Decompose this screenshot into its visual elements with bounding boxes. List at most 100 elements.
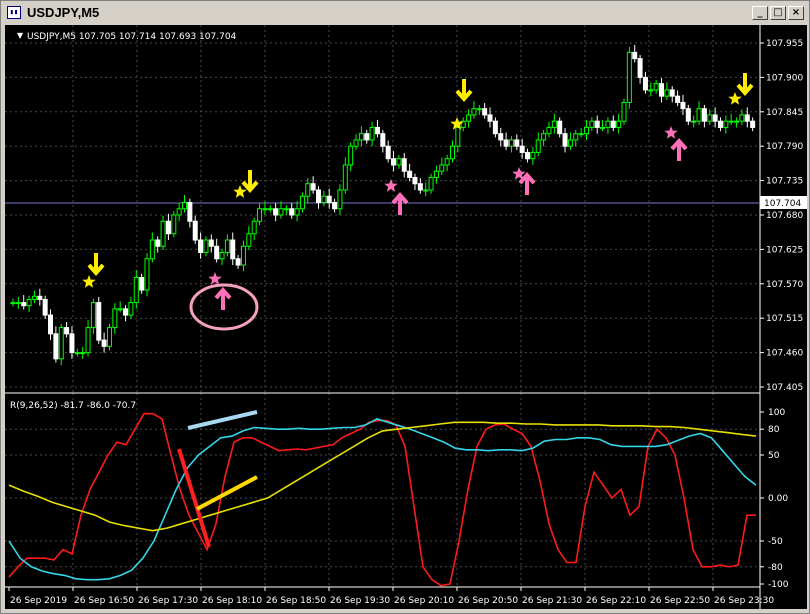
price-tick-label: 107.570 (766, 280, 803, 290)
price-axis: 107.955 107.900 107.845 107.790 107.735 107.6… (760, 39, 803, 393)
candle-body (299, 195, 305, 210)
candle-body (551, 120, 557, 128)
candle-body (332, 201, 338, 210)
current-price-label: 107.704 (764, 199, 801, 209)
candle-body (482, 108, 488, 116)
price-tick-label: 107.900 (766, 73, 803, 83)
title-bar[interactable]: ▮▮ USDJPY,M5 _ □ × (3, 3, 807, 23)
candle-body (144, 258, 150, 291)
candle-body (525, 151, 531, 160)
candle-body (669, 89, 675, 97)
candle-body (637, 58, 643, 78)
candle-body (562, 133, 568, 147)
candle-body (203, 239, 209, 254)
candle-body (289, 208, 295, 216)
candle-body (267, 208, 273, 211)
candle-body (535, 139, 541, 153)
candle-body (594, 120, 600, 128)
candle-body (712, 114, 718, 122)
chart-window-icon: ▮▮ (7, 6, 21, 19)
candle-body (508, 139, 514, 147)
candle-body (257, 208, 263, 222)
indicator-tick-label: -50 (768, 537, 783, 547)
candle-body (364, 133, 370, 141)
candle-body (26, 298, 32, 307)
candle-body (444, 158, 450, 166)
candle-body (219, 252, 225, 260)
candle-body (600, 126, 606, 129)
chart-area[interactable]: ▼ USDJPY,M5 107.705 107.714 107.693 107.… (5, 25, 807, 609)
minimize-button[interactable]: _ (752, 6, 768, 20)
candle-body (278, 208, 284, 216)
candle-body (37, 295, 43, 300)
candle-body (380, 133, 386, 147)
candle-body (90, 302, 96, 329)
candle-body (471, 108, 477, 116)
candle-body (610, 120, 616, 128)
maximize-button[interactable]: □ (770, 6, 786, 20)
candle-body (133, 277, 139, 304)
candle-body (455, 126, 461, 147)
candle-body (353, 139, 359, 147)
time-tick-label: 26 Sep 16:50 (74, 596, 134, 606)
candle-body (385, 145, 391, 160)
candle-body (557, 120, 563, 135)
candle-body (632, 51, 638, 60)
indicator-tick-label: -100 (768, 580, 789, 590)
candle-body (21, 302, 27, 307)
price-tick-label: 107.625 (766, 245, 803, 255)
sell-arrow-icon (736, 73, 754, 97)
chart-menu-arrow[interactable]: ▼ (17, 31, 24, 40)
time-tick-label: 26 Sep 17:30 (138, 596, 198, 606)
sell-arrow-icon (87, 253, 105, 277)
chart-header: USDJPY,M5 107.705 107.714 107.693 107.70… (27, 32, 237, 42)
candle-body (246, 233, 252, 247)
candle-body (117, 308, 123, 311)
candle-body (337, 189, 343, 210)
indicator-lines (8, 412, 757, 587)
candle-body (728, 120, 734, 123)
candle-body (707, 114, 713, 122)
user-drawings (177, 410, 258, 548)
candle-body (58, 327, 64, 360)
time-tick-label: 26 Sep 23:30 (714, 596, 774, 606)
candle-body (417, 183, 423, 191)
candle-body (589, 120, 595, 128)
price-tick-label: 107.680 (766, 211, 803, 221)
candle-body (583, 126, 589, 135)
indicator-series-line (8, 412, 756, 587)
time-tick-label: 26 Sep 20:50 (458, 596, 518, 606)
candle-body (176, 208, 182, 216)
candle-body (128, 302, 134, 316)
candle-body (659, 83, 665, 97)
close-button[interactable]: × (788, 6, 804, 20)
candle-body (744, 114, 750, 122)
candle-body (369, 126, 375, 141)
candle-body (53, 333, 59, 360)
candle-body (294, 208, 300, 216)
candle-body (541, 133, 547, 141)
candle-body (171, 214, 177, 235)
candle-body (616, 120, 622, 128)
candle-body (101, 339, 107, 347)
candle-body (208, 239, 214, 247)
candle-body (182, 201, 188, 210)
candle-body (717, 120, 723, 128)
candle-body (433, 170, 439, 178)
candle-body (653, 83, 659, 91)
time-tick-label: 26 Sep 18:50 (266, 596, 326, 606)
candle-body (187, 201, 193, 222)
candle-body (567, 139, 573, 147)
candle-body (96, 302, 102, 341)
candle-body (273, 208, 279, 216)
candle-body (106, 327, 112, 347)
candle-body (310, 183, 316, 191)
candle-body (466, 114, 472, 122)
chart-svg[interactable]: ▼ USDJPY,M5 107.705 107.714 107.693 107.… (5, 25, 807, 609)
time-tick-label: 26 Sep 18:10 (202, 596, 262, 606)
candle-body (15, 302, 21, 305)
candle-body (326, 195, 332, 203)
candle-body (139, 277, 145, 291)
candle-body (358, 133, 364, 141)
candle-body (192, 220, 198, 241)
